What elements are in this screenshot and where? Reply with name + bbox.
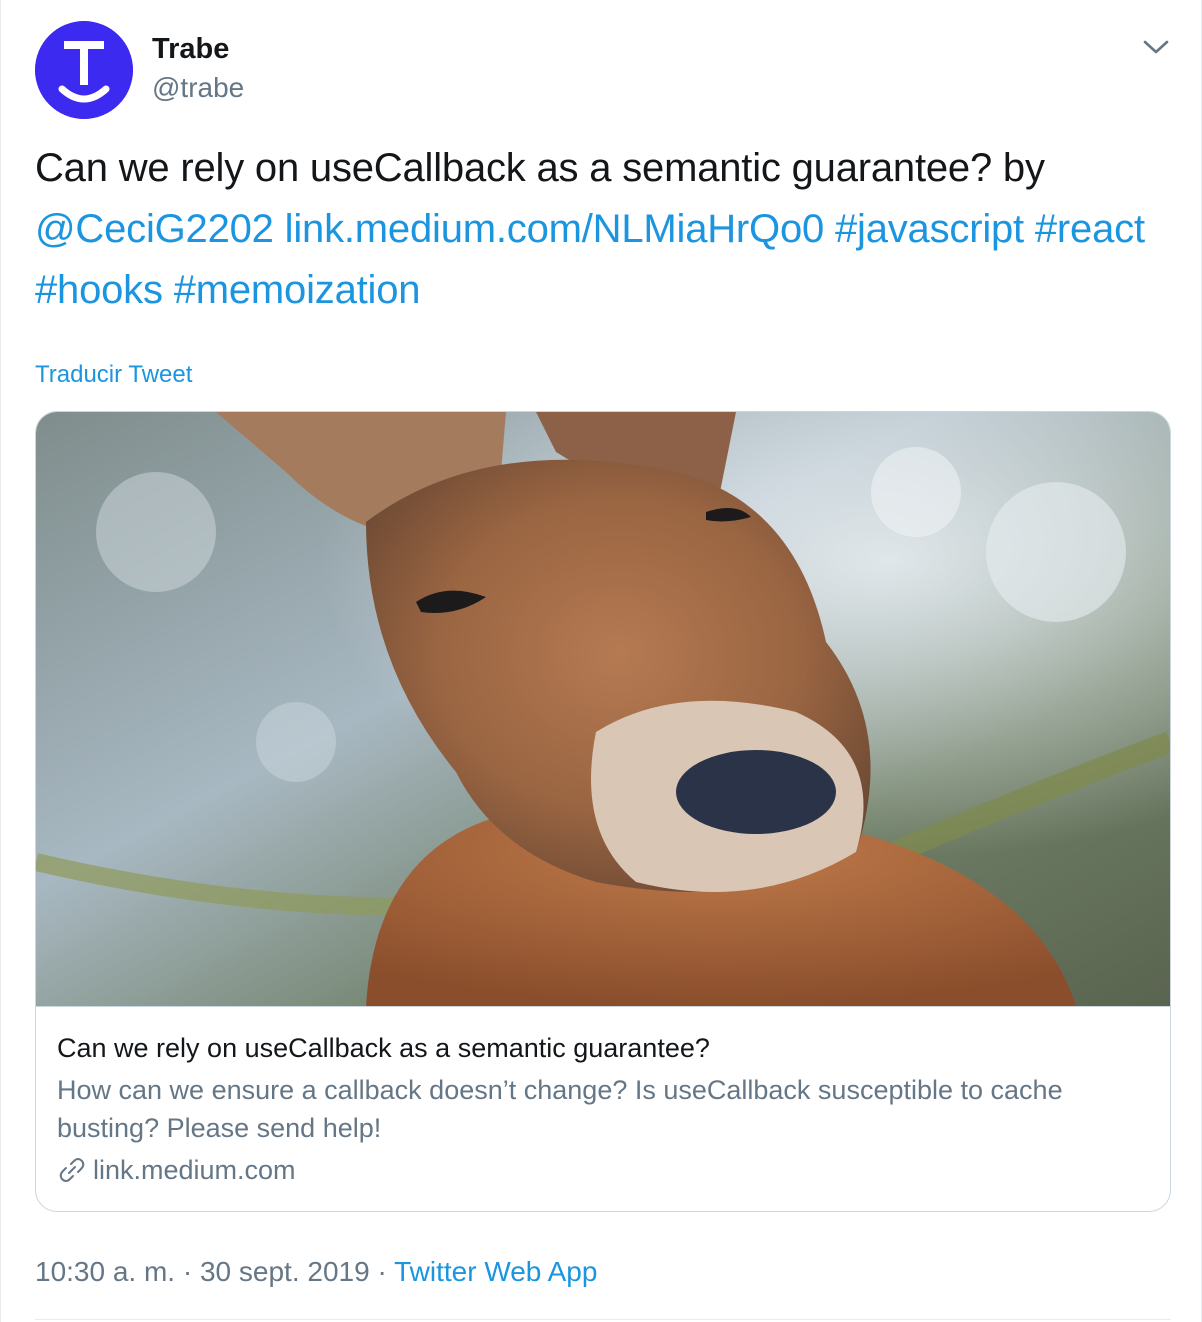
link-card[interactable]: Can we rely on useCallback as a semantic… — [35, 411, 1171, 1212]
card-description: How can we ensure a callback doesn’t cha… — [57, 1075, 1063, 1143]
meta-separator: · — [182, 1256, 193, 1287]
url-link[interactable]: link.medium.com/NLMiaHrQo0 — [285, 207, 825, 251]
tweet-text-plain: Can we rely on useCallback as a semantic… — [35, 146, 1045, 190]
card-domain: link.medium.com — [57, 1151, 296, 1189]
author-handle[interactable]: @trabe — [152, 70, 244, 106]
translate-tweet-link[interactable]: Traducir Tweet — [35, 358, 192, 392]
link-icon — [57, 1155, 87, 1185]
card-image-kangaroo[interactable] — [36, 412, 1170, 1007]
hashtag-link[interactable]: #hooks — [35, 268, 163, 312]
divider — [35, 1319, 1171, 1320]
chevron-down-icon[interactable] — [1139, 30, 1173, 64]
hashtag-link[interactable]: #javascript — [835, 207, 1024, 251]
tweet-container: T Trabe @trabe Can we rely on useCallbac… — [0, 0, 1202, 1322]
avatar[interactable]: T — [35, 21, 133, 119]
tweet-date[interactable]: 30 sept. 2019 — [200, 1256, 370, 1287]
tweet-meta: 10:30 a. m. · 30 sept. 2019 · Twitter We… — [35, 1252, 597, 1292]
tweet-source-link[interactable]: Twitter Web App — [394, 1256, 597, 1287]
author-name[interactable]: Trabe — [152, 30, 229, 68]
hashtag-link[interactable]: #memoization — [174, 268, 421, 312]
tweet-text: Can we rely on useCallback as a semantic… — [35, 138, 1185, 321]
card-domain-text: link.medium.com — [93, 1155, 296, 1185]
card-title: Can we rely on useCallback as a semantic… — [57, 1033, 710, 1063]
tweet-time[interactable]: 10:30 a. m. — [35, 1256, 175, 1287]
hashtag-link[interactable]: #react — [1035, 207, 1145, 251]
mention-link[interactable]: @CeciG2202 — [35, 207, 274, 251]
trabe-logo-icon — [35, 21, 133, 119]
kangaroo-photo-icon — [36, 412, 1170, 1006]
meta-separator: · — [377, 1256, 387, 1287]
